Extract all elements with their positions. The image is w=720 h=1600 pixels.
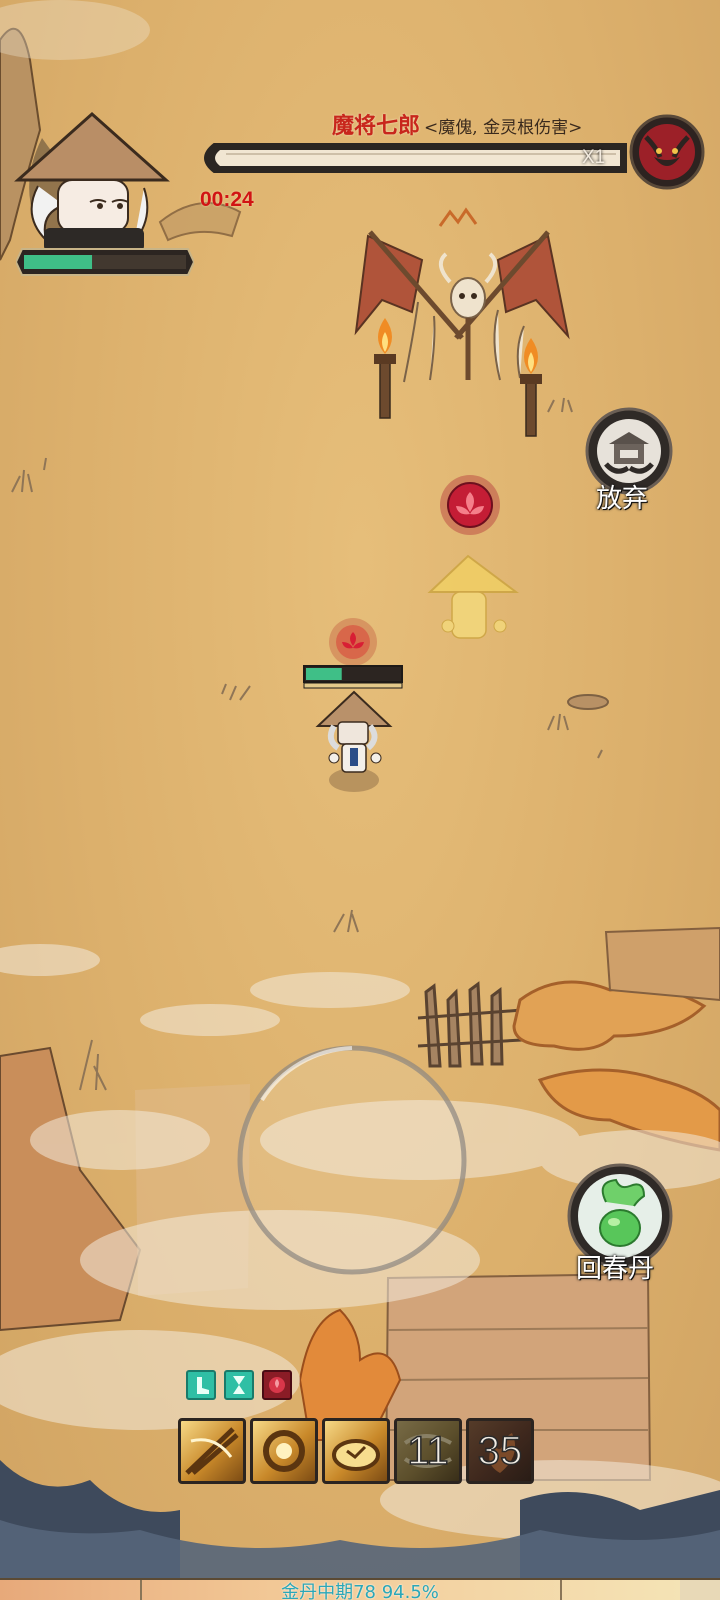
rejuvenation-pill-label[interactable]: 回春丹: [576, 1248, 654, 1285]
boss-hp-bar: [204, 143, 627, 173]
skull-altar: [354, 230, 570, 437]
cultivation-level-text: 金丹中期78 94.5%: [281, 1582, 439, 1600]
boot-speed-icon: [186, 1370, 216, 1400]
boss-trait-tag: <魔傀, 金灵根伤害>: [424, 118, 583, 138]
golden-vortex-icon: [263, 1430, 305, 1472]
phantom-clone: [427, 554, 519, 639]
boss-demon-icon: [629, 114, 705, 190]
boss-title: 魔将七郎 <魔傀, 金灵根伤害>: [332, 108, 582, 140]
wind-skill[interactable]: 11: [394, 1418, 462, 1484]
player-character: [315, 690, 393, 792]
virtual-joystick[interactable]: [232, 1040, 472, 1280]
golden-vortex-skill[interactable]: [250, 1418, 318, 1484]
sword-slash-skill[interactable]: [178, 1418, 246, 1484]
demon-lotus-icon: [262, 1370, 292, 1400]
sword-slash-icon: [185, 1427, 239, 1475]
wind-cooldown: 11: [397, 1421, 459, 1481]
player-field-hp-bar: [303, 665, 403, 689]
boss-hp-multiplier: X1: [582, 147, 606, 168]
flame-skill[interactable]: 35: [466, 1418, 534, 1484]
player-hp-bar: [16, 248, 194, 276]
game-scene: 魔将七郎 <魔傀, 金灵根伤害> X1 00:24 放弃 回春丹 11 35 金…: [0, 0, 720, 1600]
golden-shield-skill[interactable]: [322, 1418, 390, 1484]
battle-timer: 00:24: [200, 188, 254, 211]
hourglass-icon: [224, 1370, 254, 1400]
abandon-label[interactable]: 放弃: [596, 478, 648, 515]
boss-name: 魔将七郎: [332, 113, 421, 139]
experience-bar: 金丹中期78 94.5%: [0, 1578, 720, 1600]
player-portrait: [14, 111, 170, 252]
flame-cooldown: 35: [469, 1421, 531, 1481]
golden-shield-icon: [332, 1439, 380, 1471]
